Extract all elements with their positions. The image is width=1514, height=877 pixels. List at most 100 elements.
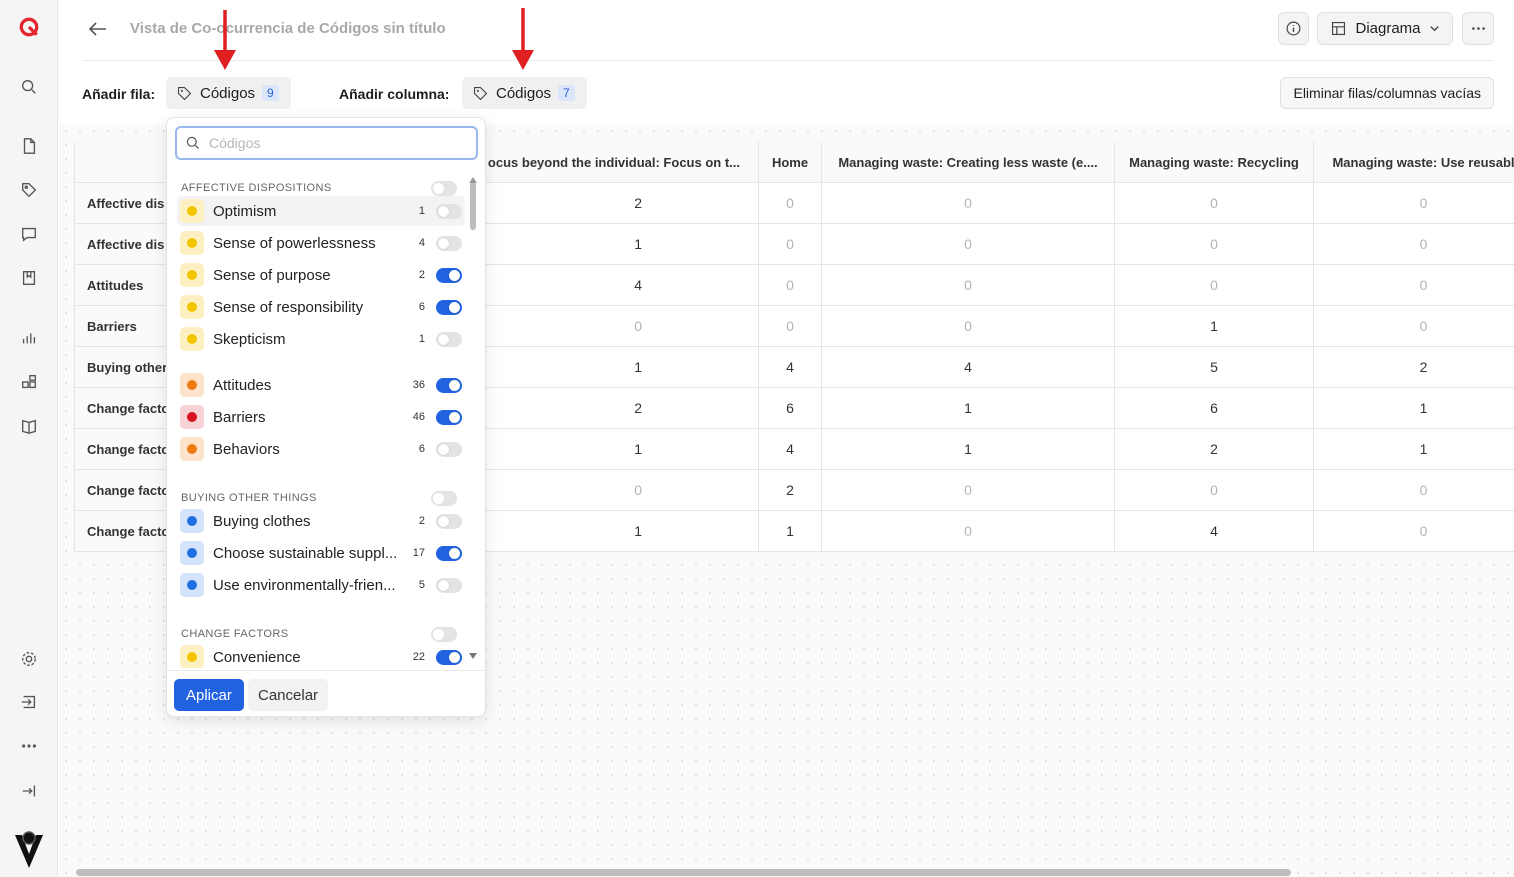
- table-cell[interactable]: 0: [822, 183, 1115, 224]
- column-header[interactable]: Home: [759, 142, 822, 183]
- code-item[interactable]: Attitudes 36: [177, 370, 465, 400]
- code-item[interactable]: Sense of powerlessness 4: [177, 228, 465, 258]
- codes-search-input[interactable]: [209, 135, 459, 151]
- code-item-toggle[interactable]: [436, 267, 462, 283]
- table-cell[interactable]: 0: [759, 183, 822, 224]
- code-item[interactable]: Buying clothes 2: [177, 506, 465, 536]
- table-cell[interactable]: 0: [822, 265, 1115, 306]
- app-logo-icon[interactable]: [14, 12, 44, 42]
- list-scrollbar-thumb[interactable]: [470, 182, 476, 230]
- search-icon[interactable]: [14, 72, 44, 102]
- table-cell[interactable]: 0: [822, 224, 1115, 265]
- row-header[interactable]: Change facto: [74, 511, 174, 552]
- column-header[interactable]: Managing waste: Use reusabl: [1314, 142, 1514, 183]
- scroll-up-icon[interactable]: [468, 176, 478, 184]
- code-item[interactable]: Convenience 22: [177, 642, 465, 668]
- table-cell[interactable]: 6: [759, 388, 822, 429]
- table-cell[interactable]: 6: [1115, 388, 1314, 429]
- row-header[interactable]: Attitudes: [74, 265, 174, 306]
- row-header[interactable]: Affective dis: [74, 224, 174, 265]
- more-options-button[interactable]: [1462, 12, 1494, 45]
- code-item-toggle[interactable]: [436, 513, 462, 529]
- view-mode-dropdown[interactable]: Diagrama: [1317, 12, 1453, 45]
- row-header[interactable]: Affective dis: [74, 183, 174, 224]
- table-cell[interactable]: 0: [1314, 265, 1514, 306]
- group-toggle[interactable]: [431, 491, 457, 506]
- table-cell[interactable]: 0: [1314, 224, 1514, 265]
- table-cell[interactable]: 5: [1115, 347, 1314, 388]
- search-box[interactable]: [175, 126, 478, 160]
- scroll-down-icon[interactable]: [468, 652, 478, 660]
- column-codes-button[interactable]: Códigos 7: [462, 77, 587, 109]
- group-toggle[interactable]: [431, 181, 457, 196]
- table-cell[interactable]: 0: [759, 224, 822, 265]
- more-icon[interactable]: [14, 731, 44, 761]
- remove-empty-button[interactable]: Eliminar filas/columnas vacías: [1280, 77, 1494, 109]
- code-item-toggle[interactable]: [436, 649, 462, 665]
- apply-button[interactable]: Aplicar: [174, 679, 244, 711]
- row-header[interactable]: Change facto: [74, 470, 174, 511]
- book-icon[interactable]: [14, 411, 44, 441]
- document-icon[interactable]: [14, 131, 44, 161]
- table-cell[interactable]: 1: [1314, 429, 1514, 470]
- table-cell[interactable]: 0: [1115, 224, 1314, 265]
- code-item[interactable]: Sense of purpose 2: [177, 260, 465, 290]
- table-cell[interactable]: 0: [822, 306, 1115, 347]
- comment-icon[interactable]: [14, 219, 44, 249]
- table-cell[interactable]: 0: [822, 511, 1115, 552]
- table-cell[interactable]: 1: [1115, 306, 1314, 347]
- table-cell[interactable]: 0: [822, 470, 1115, 511]
- network-icon[interactable]: [14, 367, 44, 397]
- list-scrollbar[interactable]: [467, 176, 479, 666]
- codes-list[interactable]: AFFECTIVE DISPOSITIONS Optimism 1 Sense of …: [167, 168, 477, 668]
- code-item[interactable]: Barriers 46: [177, 402, 465, 432]
- code-item-toggle[interactable]: [436, 441, 462, 457]
- table-cell[interactable]: 4: [822, 347, 1115, 388]
- code-item-toggle[interactable]: [436, 331, 462, 347]
- table-cell[interactable]: 4: [759, 429, 822, 470]
- page-title[interactable]: Vista de Co-ocurrencia de Códigos sin tí…: [130, 20, 446, 37]
- collapse-sidebar-icon[interactable]: [14, 776, 44, 806]
- code-item[interactable]: Sense of responsibility 6: [177, 292, 465, 322]
- code-item[interactable]: Behaviors 6: [177, 434, 465, 464]
- row-header[interactable]: Change facto: [74, 388, 174, 429]
- code-item[interactable]: Optimism 1: [177, 196, 465, 226]
- table-cell[interactable]: 2: [1314, 347, 1514, 388]
- tag-icon[interactable]: [14, 175, 44, 205]
- table-cell[interactable]: 1: [822, 429, 1115, 470]
- cancel-button[interactable]: Cancelar: [248, 679, 329, 711]
- table-cell[interactable]: 2: [1115, 429, 1314, 470]
- settings-icon[interactable]: [14, 644, 44, 674]
- code-item-toggle[interactable]: [436, 577, 462, 593]
- code-item[interactable]: Use environmentally-frien... 5: [177, 570, 465, 600]
- code-item-toggle[interactable]: [436, 545, 462, 561]
- table-cell[interactable]: 1: [822, 388, 1115, 429]
- horizontal-scrollbar[interactable]: [76, 869, 1291, 876]
- group-toggle[interactable]: [431, 627, 457, 642]
- table-cell[interactable]: 2: [759, 470, 822, 511]
- row-codes-button[interactable]: Códigos 9: [166, 77, 291, 109]
- row-header[interactable]: Change facto: [74, 429, 174, 470]
- table-cell[interactable]: 0: [1314, 306, 1514, 347]
- table-cell[interactable]: 1: [759, 511, 822, 552]
- back-arrow-icon[interactable]: [86, 18, 110, 40]
- code-item-toggle[interactable]: [436, 203, 462, 219]
- table-cell[interactable]: 0: [1115, 265, 1314, 306]
- table-cell[interactable]: 0: [759, 306, 822, 347]
- table-cell[interactable]: 1: [1314, 388, 1514, 429]
- table-cell[interactable]: 0: [1314, 470, 1514, 511]
- code-item-toggle[interactable]: [436, 299, 462, 315]
- column-header[interactable]: Managing waste: Recycling: [1115, 142, 1314, 183]
- table-cell[interactable]: 0: [1314, 511, 1514, 552]
- code-item[interactable]: Skepticism 1: [177, 324, 465, 354]
- row-header[interactable]: Buying other: [74, 347, 174, 388]
- chart-icon[interactable]: [14, 323, 44, 353]
- column-header[interactable]: Managing waste: Creating less waste (e..…: [822, 142, 1115, 183]
- code-item-toggle[interactable]: [436, 409, 462, 425]
- info-button[interactable]: [1278, 12, 1309, 45]
- code-item-toggle[interactable]: [436, 235, 462, 251]
- export-icon[interactable]: [14, 687, 44, 717]
- table-cell[interactable]: 0: [1115, 470, 1314, 511]
- table-cell[interactable]: 0: [1115, 183, 1314, 224]
- code-item-toggle[interactable]: [436, 377, 462, 393]
